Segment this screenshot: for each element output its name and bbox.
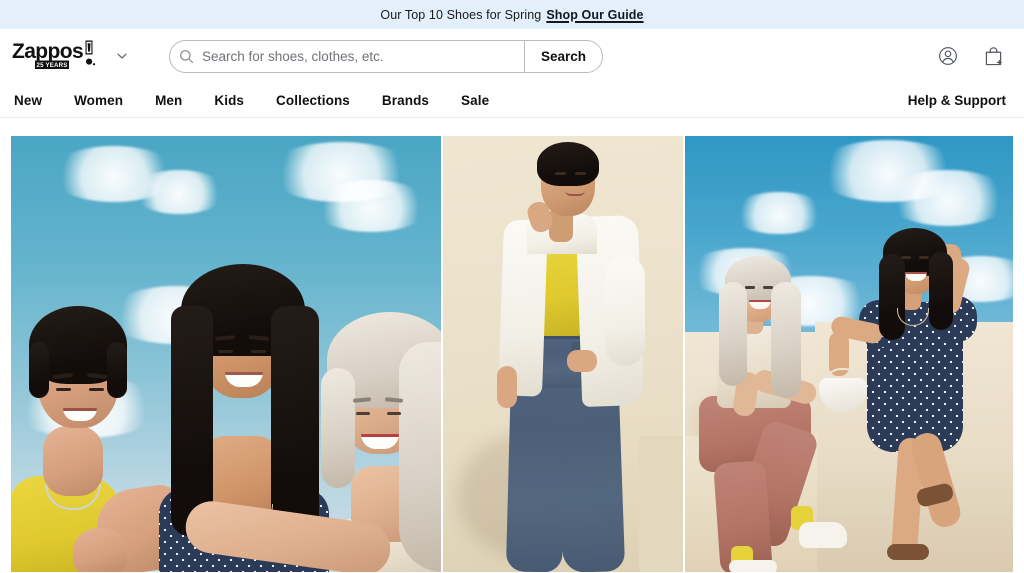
eye [356,412,370,415]
hair-strand [718,282,747,386]
nav-item-men[interactable]: Men [155,93,198,108]
main-nav: New Women Men Kids Collections Brands Sa… [0,83,1024,118]
nav-item-kids[interactable]: Kids [214,93,260,108]
eye [89,388,104,391]
hero-panel-woman-white-shirt[interactable] [443,136,683,572]
eye [762,286,773,289]
eye [575,172,587,175]
promo-banner: Our Top 10 Shoes for Spring Shop Our Gui… [0,0,1024,29]
hair-strand [321,368,355,488]
eye [218,350,233,353]
eye [900,256,911,259]
eye [744,286,755,289]
smile [565,190,586,196]
eye [56,388,71,391]
logo-zone: Zappos 25 YEARS [12,38,131,74]
hair [537,142,600,186]
zappos-logo[interactable]: Zappos 25 YEARS [12,38,104,74]
hand-in-pocket [567,350,598,372]
header-actions [935,43,1010,69]
zappos-logo-wordmark: Zappos [12,40,83,63]
nav-list: New Women Men Kids Collections Brands Sa… [12,93,521,108]
nav-item-brands[interactable]: Brands [382,93,445,108]
hair-side [29,342,49,398]
hair-strand [878,254,905,340]
model-standing [818,196,1013,572]
search-bar[interactable]: Search [169,39,603,73]
hand-left [497,366,518,408]
eye [387,412,401,415]
hair-strand [770,282,801,398]
hand [73,528,127,572]
zappos-logo-badge: 25 YEARS [37,62,68,69]
white-sneaker [728,560,777,572]
hero-panel-two-women-wall[interactable] [684,136,1013,572]
model-right [182,136,442,572]
search-button[interactable]: Search [524,40,602,72]
promo-banner-text: Our Top 10 Shoes for Spring [380,7,542,22]
white-handbag [818,378,867,412]
brown-sandal [886,544,929,560]
promo-banner-link[interactable]: Shop Our Guide [546,8,643,22]
hair-side [107,342,127,398]
search-input[interactable] [202,40,524,72]
cloud [730,192,827,234]
nav-item-new[interactable]: New [14,93,58,108]
eye [251,350,266,353]
shopping-bag-icon[interactable] [980,43,1006,69]
search-icon [170,41,202,72]
hair-strand [399,342,442,572]
eye [555,172,567,175]
chevron-down-icon[interactable] [113,47,131,65]
white-shirt-sleeve [605,256,646,366]
nav-help-support[interactable]: Help & Support [908,93,1010,108]
nav-item-collections[interactable]: Collections [276,93,366,108]
hero-banner [11,136,1013,572]
hero-panel-three-women-sky[interactable] [11,136,442,572]
model-standing [483,136,663,572]
eye [918,256,929,259]
hair-strand [928,252,953,330]
nav-item-women[interactable]: Women [74,93,139,108]
account-icon[interactable] [935,43,961,69]
nav-item-sale[interactable]: Sale [461,93,505,108]
site-header: Zappos 25 YEARS Search for shoes, clothe… [0,29,1024,83]
